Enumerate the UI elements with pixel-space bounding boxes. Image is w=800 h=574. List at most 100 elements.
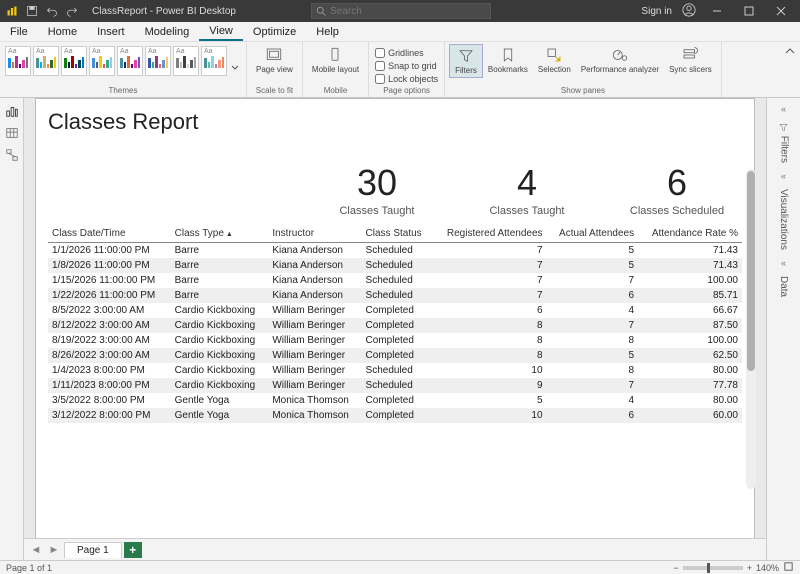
menu-home[interactable]: Home bbox=[38, 22, 87, 41]
ribbon-collapse-icon[interactable] bbox=[780, 42, 800, 97]
performance-analyzer-button[interactable]: Performance analyzer bbox=[576, 44, 664, 78]
table-row[interactable]: 8/19/2022 3:00:00 AMCardio KickboxingWil… bbox=[48, 333, 742, 348]
chevron-left-icon[interactable]: « bbox=[781, 104, 786, 114]
table-row[interactable]: 1/1/2026 11:00:00 PMBarreKiana AndersonS… bbox=[48, 243, 742, 259]
page-view-button[interactable]: Page view bbox=[251, 44, 298, 76]
theme-swatch[interactable]: Aa bbox=[33, 46, 59, 76]
column-header[interactable]: Instructor bbox=[268, 225, 361, 243]
lock-checkbox[interactable]: Lock objects bbox=[373, 72, 440, 85]
report-canvas[interactable]: Classes Report 30Classes Taught4Classes … bbox=[35, 98, 755, 548]
card-value: 30 bbox=[322, 165, 432, 201]
table-row[interactable]: 1/11/2023 8:00:00 PMCardio KickboxingWil… bbox=[48, 378, 742, 393]
column-header[interactable]: Actual Attendees bbox=[547, 225, 639, 243]
menu-help[interactable]: Help bbox=[306, 22, 349, 41]
undo-icon[interactable] bbox=[46, 5, 58, 17]
filters-pane-tab[interactable]: Filters bbox=[776, 118, 792, 167]
table-row[interactable]: 8/12/2022 3:00:00 AMCardio KickboxingWil… bbox=[48, 318, 742, 333]
page-prev-icon[interactable]: ◄ bbox=[28, 544, 44, 556]
column-header[interactable]: Class Type ▲ bbox=[171, 225, 269, 243]
theme-swatch[interactable]: Aa bbox=[117, 46, 143, 76]
chevron-left-icon[interactable]: « bbox=[781, 171, 786, 181]
page-tabs-bar: ◄ ► Page 1 + bbox=[24, 538, 766, 560]
table-row[interactable]: 1/15/2026 11:00:00 PMBarreKiana Anderson… bbox=[48, 273, 742, 288]
zoom-slider[interactable] bbox=[683, 566, 743, 570]
table-cell: Cardio Kickboxing bbox=[171, 348, 269, 363]
table-cell: Scheduled bbox=[362, 258, 433, 273]
themes-more-icon[interactable] bbox=[228, 44, 242, 78]
sync-slicers-button[interactable]: Sync slicers bbox=[664, 44, 717, 78]
page-tab-1[interactable]: Page 1 bbox=[64, 542, 122, 558]
app-icon bbox=[6, 5, 18, 17]
card-value: 4 bbox=[472, 165, 582, 201]
table-cell: Scheduled bbox=[362, 273, 433, 288]
summary-card[interactable]: 6Classes Scheduled bbox=[622, 165, 732, 217]
visualizations-pane-tab[interactable]: Visualizations bbox=[776, 185, 791, 254]
table-row[interactable]: 1/4/2023 8:00:00 PMCardio KickboxingWill… bbox=[48, 363, 742, 378]
chevron-left-icon[interactable]: « bbox=[781, 258, 786, 268]
theme-swatch[interactable]: Aa bbox=[145, 46, 171, 76]
bookmarks-pane-button[interactable]: Bookmarks bbox=[483, 44, 533, 78]
menu-insert[interactable]: Insert bbox=[87, 22, 135, 41]
redo-icon[interactable] bbox=[66, 5, 78, 17]
table-row[interactable]: 8/26/2022 3:00:00 AMCardio KickboxingWil… bbox=[48, 348, 742, 363]
theme-swatch[interactable]: Aa bbox=[89, 46, 115, 76]
canvas-scrollbar[interactable] bbox=[746, 169, 756, 489]
menu-modeling[interactable]: Modeling bbox=[135, 22, 200, 41]
gridlines-checkbox[interactable]: Gridlines bbox=[373, 46, 426, 59]
table-cell: 71.43 bbox=[638, 243, 742, 259]
card-label: Classes Taught bbox=[472, 205, 582, 217]
zoom-in-icon[interactable]: + bbox=[747, 563, 752, 573]
table-row[interactable]: 1/8/2026 11:00:00 PMBarreKiana AndersonS… bbox=[48, 258, 742, 273]
mobile-layout-button[interactable]: Mobile layout bbox=[307, 44, 364, 76]
table-row[interactable]: 8/5/2022 3:00:00 AMCardio KickboxingWill… bbox=[48, 303, 742, 318]
column-header[interactable]: Attendance Rate % bbox=[638, 225, 742, 243]
theme-swatch[interactable]: Aa bbox=[5, 46, 31, 76]
table-cell: Gentle Yoga bbox=[171, 408, 269, 423]
table-cell: Barre bbox=[171, 258, 269, 273]
table-cell: 7 bbox=[432, 273, 546, 288]
minimize-button[interactable] bbox=[706, 1, 728, 21]
search-input[interactable] bbox=[311, 3, 491, 19]
fit-page-icon[interactable] bbox=[783, 561, 794, 574]
model-view-icon[interactable] bbox=[5, 148, 19, 162]
table-cell: Completed bbox=[362, 318, 433, 333]
card-label: Classes Scheduled bbox=[622, 205, 732, 217]
table-cell: Completed bbox=[362, 303, 433, 318]
table-cell: William Beringer bbox=[268, 363, 361, 378]
menu-view[interactable]: View bbox=[199, 22, 243, 41]
save-icon[interactable] bbox=[26, 5, 38, 17]
menu-file[interactable]: File bbox=[0, 22, 38, 41]
column-header[interactable]: Class Date/Time bbox=[48, 225, 171, 243]
summary-card[interactable]: 4 Classes Taught bbox=[472, 165, 582, 217]
maximize-button[interactable] bbox=[738, 1, 760, 21]
themes-gallery[interactable]: AaAaAaAaAaAaAaAa bbox=[4, 44, 242, 78]
table-cell: 6 bbox=[547, 288, 639, 303]
summary-card[interactable]: 30Classes Taught bbox=[322, 165, 432, 217]
table-cell: 1/11/2023 8:00:00 PM bbox=[48, 378, 171, 393]
column-header[interactable]: Registered Attendees bbox=[432, 225, 546, 243]
signin-link[interactable]: Sign in bbox=[641, 6, 672, 17]
selection-pane-button[interactable]: Selection bbox=[533, 44, 576, 78]
page-next-icon[interactable]: ► bbox=[46, 544, 62, 556]
report-view-icon[interactable] bbox=[5, 104, 19, 118]
theme-swatch[interactable]: Aa bbox=[201, 46, 227, 76]
classes-table[interactable]: Class Date/TimeClass Type ▲InstructorCla… bbox=[48, 225, 742, 423]
table-view-icon[interactable] bbox=[5, 126, 19, 140]
table-row[interactable]: 3/12/2022 8:00:00 PMGentle YogaMonica Th… bbox=[48, 408, 742, 423]
close-button[interactable] bbox=[770, 1, 792, 21]
zoom-out-icon[interactable]: − bbox=[673, 563, 678, 573]
table-cell: 100.00 bbox=[638, 273, 742, 288]
column-header[interactable]: Class Status bbox=[362, 225, 433, 243]
menu-optimize[interactable]: Optimize bbox=[243, 22, 306, 41]
table-cell: Kiana Anderson bbox=[268, 243, 361, 259]
snap-checkbox[interactable]: Snap to grid bbox=[373, 59, 439, 72]
theme-swatch[interactable]: Aa bbox=[173, 46, 199, 76]
filters-pane-button[interactable]: Filters bbox=[449, 44, 483, 78]
global-search[interactable] bbox=[311, 3, 491, 19]
table-row[interactable]: 3/5/2022 8:00:00 PMGentle YogaMonica Tho… bbox=[48, 393, 742, 408]
data-pane-tab[interactable]: Data bbox=[776, 272, 791, 301]
theme-swatch[interactable]: Aa bbox=[61, 46, 87, 76]
add-page-button[interactable]: + bbox=[124, 542, 142, 558]
table-row[interactable]: 1/22/2026 11:00:00 PMBarreKiana Anderson… bbox=[48, 288, 742, 303]
user-icon[interactable] bbox=[682, 3, 696, 20]
